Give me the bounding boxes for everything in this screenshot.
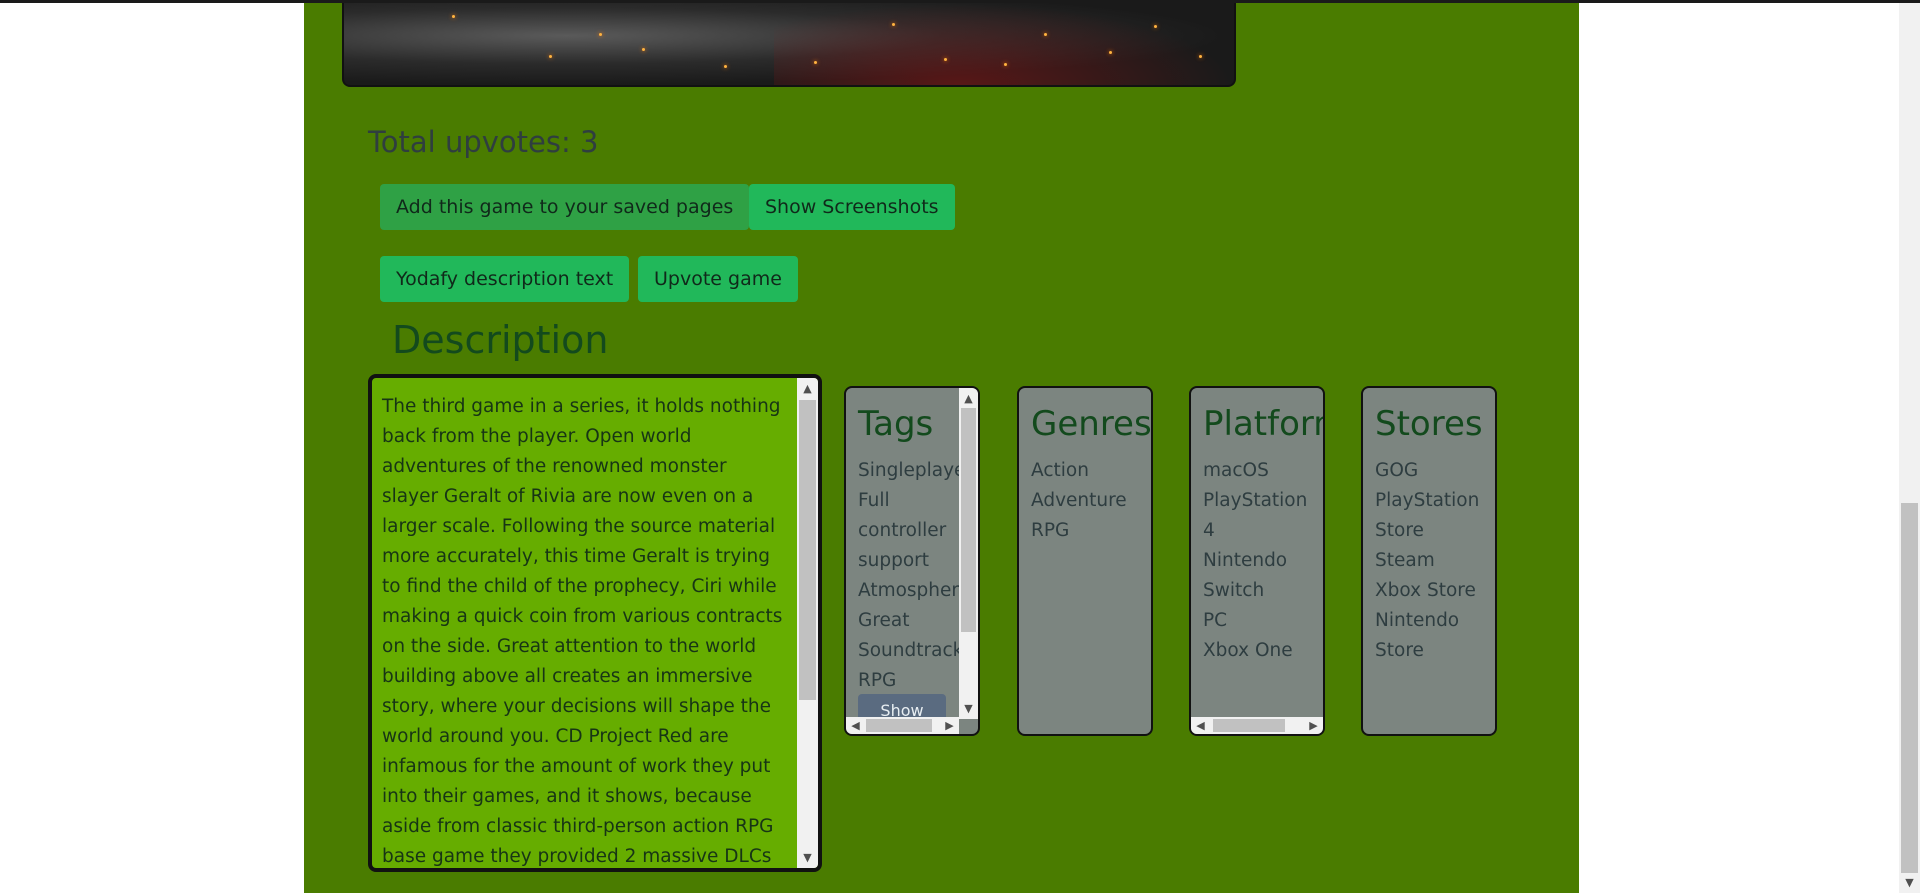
platform-item: Xbox One (1203, 640, 1293, 661)
genre-item: Action (1031, 460, 1089, 481)
cover-ember (1004, 63, 1007, 66)
store-item: PlayStation Store (1375, 490, 1480, 541)
tags-panel[interactable]: Tags Singleplayer Full controller suppor… (844, 386, 980, 736)
chevron-down-icon[interactable]: ▼ (960, 700, 977, 717)
stores-heading: Stores (1375, 404, 1483, 444)
page-scrollbar[interactable]: ▼ (1899, 3, 1920, 893)
game-cover-image (342, 3, 1236, 87)
platform-item: PC (1203, 610, 1228, 631)
stores-list: GOG PlayStation Store Steam Xbox Store N… (1375, 456, 1493, 666)
cover-ember (892, 23, 895, 26)
total-upvotes-label: Total upvotes: 3 (368, 125, 599, 159)
cover-ember (1199, 55, 1202, 58)
genres-panel: Genres Action Adventure RPG (1017, 386, 1153, 736)
tags-vertical-scrollbar[interactable]: ▲ ▼ (959, 388, 978, 719)
upvote-button[interactable]: Upvote game (638, 256, 798, 302)
chevron-right-icon[interactable]: ▶ (941, 717, 958, 734)
genre-item: RPG (1031, 520, 1070, 541)
cover-ember (724, 65, 727, 68)
platforms-list: macOS PlayStation 4 Nintendo Switch PC X… (1203, 456, 1309, 666)
cover-ember (452, 15, 455, 18)
description-text: The third game in a series, it holds not… (382, 396, 783, 867)
platform-item: PlayStation 4 (1203, 490, 1308, 541)
chevron-up-icon[interactable]: ▲ (799, 380, 816, 397)
show-screenshots-button[interactable]: Show Screenshots (749, 184, 955, 230)
chevron-up-icon[interactable]: ▲ (960, 390, 977, 407)
cover-glow (774, 3, 1234, 85)
tags-heading: Tags (858, 404, 934, 444)
platform-item: Nintendo Switch (1203, 550, 1288, 601)
description-box[interactable]: The third game in a series, it holds not… (368, 374, 822, 872)
cover-ember (1109, 51, 1112, 54)
cover-ember (944, 58, 947, 61)
tags-scroll-thumb[interactable] (961, 408, 976, 632)
page-scroll-thumb[interactable] (1901, 503, 1918, 873)
store-item: Nintendo Store (1375, 610, 1460, 661)
cover-ember (549, 55, 552, 58)
description-heading: Description (392, 318, 609, 362)
platforms-hscroll-thumb[interactable] (1213, 719, 1285, 732)
tag-item: Great Soundtrack (858, 610, 964, 661)
chevron-down-icon[interactable]: ▼ (1901, 874, 1918, 891)
platforms-horizontal-scrollbar[interactable]: ◀ ▶ (1191, 717, 1323, 734)
cover-ember (599, 33, 602, 36)
cover-ember (642, 48, 645, 51)
description-scroll-thumb[interactable] (799, 400, 816, 700)
tag-item: Full controller support (858, 490, 947, 571)
genres-heading: Genres (1031, 404, 1152, 444)
genres-list: Action Adventure RPG (1031, 456, 1127, 546)
store-item: GOG (1375, 460, 1419, 481)
yodafy-button[interactable]: Yodafy description text (380, 256, 630, 302)
save-game-button[interactable]: Add this game to your saved pages (380, 184, 750, 230)
chevron-down-icon[interactable]: ▼ (799, 849, 816, 866)
store-item: Xbox Store (1375, 580, 1476, 601)
cover-ember (1044, 33, 1047, 36)
description-scrollbar[interactable]: ▲ ▼ (797, 378, 818, 868)
cover-ember (1154, 25, 1157, 28)
tags-horizontal-scrollbar[interactable]: ◀ ▶ (846, 717, 959, 734)
genre-item: Adventure (1031, 490, 1127, 511)
cover-ember (814, 61, 817, 64)
platform-item: macOS (1203, 460, 1269, 481)
chevron-right-icon[interactable]: ▶ (1305, 717, 1322, 734)
tags-hscroll-thumb[interactable] (866, 719, 932, 732)
platforms-panel[interactable]: Platforms macOS PlayStation 4 Nintendo S… (1189, 386, 1325, 736)
store-item: Steam (1375, 550, 1435, 571)
stores-panel: Stores GOG PlayStation Store Steam Xbox … (1361, 386, 1497, 736)
game-detail-page: Total upvotes: 3 Add this game to your s… (304, 3, 1579, 893)
platforms-heading: Platforms (1203, 404, 1323, 444)
chevron-left-icon[interactable]: ◀ (847, 717, 864, 734)
chevron-left-icon[interactable]: ◀ (1192, 717, 1209, 734)
